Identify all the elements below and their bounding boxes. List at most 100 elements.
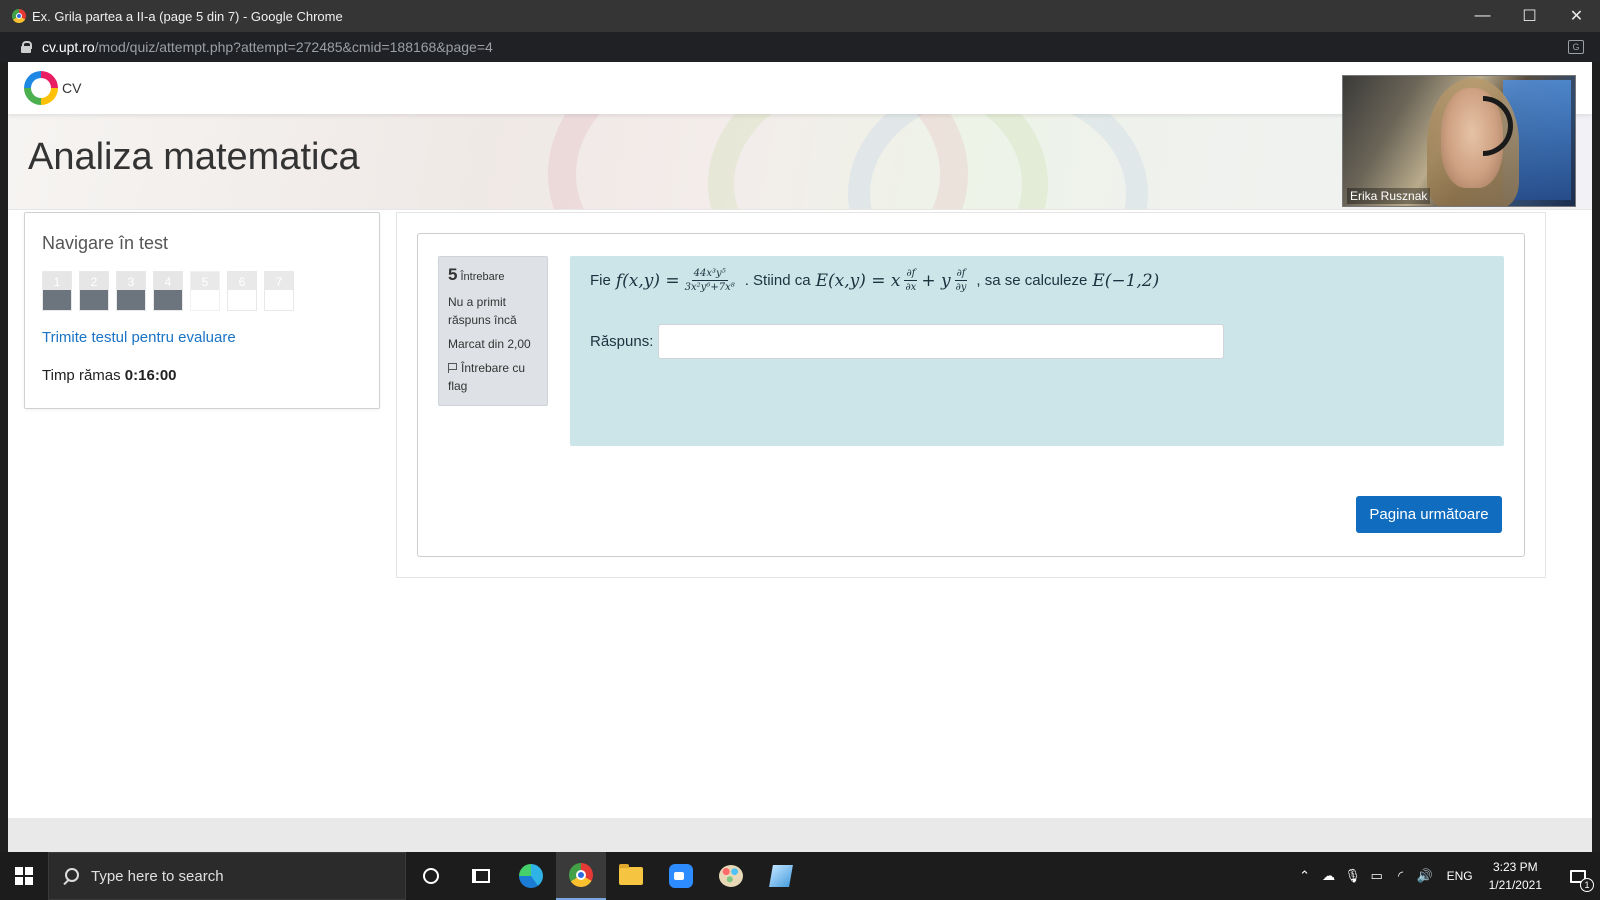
answer-input[interactable] <box>658 324 1225 359</box>
expression-lhs: E(x,y) = x <box>815 270 901 291</box>
quiz-navigation-title: Navigare în test <box>42 233 169 253</box>
partial-y-denominator: ∂y <box>955 282 967 293</box>
cortana-icon[interactable] <box>423 868 439 884</box>
quiz-nav-button-5[interactable]: 5 <box>190 271 220 311</box>
quiz-nav-status <box>154 290 182 310</box>
notification-count: 1 <box>1580 878 1594 892</box>
quiz-attempt-form: 5 Întrebare Nu a primit răspuns încă Marc… <box>417 233 1525 557</box>
page-footer <box>8 818 1592 852</box>
question-number: 5 <box>448 265 458 284</box>
quiz-nav-button-6[interactable]: 6 <box>227 271 257 311</box>
quiz-nav-status <box>80 290 108 310</box>
site-logo-text[interactable]: CV <box>62 80 81 96</box>
chrome-taskbar-button[interactable] <box>556 852 606 900</box>
lock-icon[interactable] <box>21 41 32 53</box>
chrome-favicon-icon <box>12 9 26 23</box>
question-info: 5 Întrebare Nu a primit răspuns încă Marc… <box>438 256 548 406</box>
task-view-icon[interactable] <box>472 869 490 883</box>
volume-icon[interactable]: 🔊 <box>1413 852 1437 900</box>
notes-taskbar-button[interactable] <box>756 852 806 900</box>
clock-date[interactable]: 1/21/2021 <box>1489 876 1542 894</box>
url-host[interactable]: cv.upt.ro <box>42 39 95 55</box>
chrome-icon[interactable] <box>569 863 593 887</box>
function-lhs: f(x,y) = <box>615 270 680 291</box>
flag-question-toggle[interactable]: Întrebare cu flag <box>448 359 538 395</box>
zoom-icon[interactable] <box>669 864 693 888</box>
minimize-button[interactable]: — <box>1459 0 1506 32</box>
notification-center-button[interactable]: 1 <box>1556 852 1600 900</box>
main-region: 5 Întrebare Nu a primit răspuns încă Marc… <box>396 212 1546 578</box>
video-call-thumbnail[interactable]: Erika Rusznak <box>1342 75 1576 207</box>
windows-logo-icon[interactable] <box>15 867 33 885</box>
next-page-button[interactable]: Pagina următoare <box>1356 496 1502 533</box>
answer-row: Răspuns: <box>590 324 1225 359</box>
quiz-nav-number: 4 <box>154 272 182 292</box>
microphone-icon[interactable]: 🎙 <box>1341 852 1365 900</box>
paint-taskbar-button[interactable] <box>706 852 756 900</box>
quiz-nav-number: 7 <box>265 272 293 292</box>
partial-x-denominator: ∂x <box>905 282 917 293</box>
paint-icon[interactable] <box>719 865 743 887</box>
question-text-fie: Fie <box>590 272 611 289</box>
time-remaining-label: Timp rămas <box>42 367 121 384</box>
partial-f-numerator: ∂f <box>954 268 968 281</box>
submit-attempt-link[interactable]: Trimite testul pentru evaluare <box>42 329 236 346</box>
page-title: Analiza matematica <box>28 136 360 178</box>
notes-icon[interactable] <box>769 865 793 887</box>
flag-icon[interactable] <box>448 363 457 373</box>
expression-plus-y: + y <box>921 270 951 291</box>
quiz-navigation-buttons: 1 2 3 4 5 6 7 <box>42 271 301 311</box>
quiz-nav-status <box>191 290 219 310</box>
quiz-nav-button-3[interactable]: 3 <box>116 271 146 311</box>
system-tray: ⌃ ☁ 🎙 ▭ ◜ 🔊 ENG 3:23 PM 1/21/2021 1 <box>1293 852 1600 900</box>
taskbar-clock[interactable]: 3:23 PM 1/21/2021 <box>1489 858 1542 894</box>
close-button[interactable]: ✕ <box>1553 0 1600 32</box>
quiz-nav-status <box>228 290 256 310</box>
edge-taskbar-button[interactable] <box>506 852 556 900</box>
quiz-navigation-block: Navigare în test 1 2 3 4 5 6 7 Trimite t… <box>24 212 380 409</box>
site-logo-icon[interactable] <box>24 71 58 105</box>
edge-icon[interactable] <box>519 864 543 888</box>
quiz-nav-button-2[interactable]: 2 <box>79 271 109 311</box>
start-button[interactable] <box>0 852 48 900</box>
taskbar-search[interactable]: Type here to search <box>48 852 406 900</box>
chevron-up-icon[interactable]: ⌃ <box>1293 852 1317 900</box>
quiz-nav-status <box>43 290 71 310</box>
cortana-button[interactable] <box>406 852 456 900</box>
window-controls: — ☐ ✕ <box>1459 0 1600 32</box>
language-indicator[interactable]: ENG <box>1447 869 1473 883</box>
folder-icon[interactable] <box>619 864 643 885</box>
quiz-nav-status <box>265 290 293 310</box>
clock-time[interactable]: 3:23 PM <box>1489 858 1542 876</box>
question-state: Nu a primit răspuns încă <box>448 295 517 327</box>
evaluation-point: E(−1,2) <box>1092 270 1160 291</box>
taskbar-search-placeholder[interactable]: Type here to search <box>91 868 224 885</box>
wifi-icon[interactable]: ◜ <box>1389 852 1413 900</box>
cloud-icon[interactable]: ☁ <box>1317 852 1341 900</box>
zoom-taskbar-button[interactable] <box>656 852 706 900</box>
battery-icon[interactable]: ▭ <box>1365 852 1389 900</box>
quiz-nav-button-1[interactable]: 1 <box>42 271 72 311</box>
address-bar[interactable]: cv.upt.ro /mod/quiz/attempt.php?attempt=… <box>0 32 1600 62</box>
question-content: Fie f(x,y) = 44x³y⁵ 3x²y⁶+7x⁸ . Stiind c… <box>570 256 1504 446</box>
function-definition: f(x,y) = 44x³y⁵ 3x²y⁶+7x⁸ <box>616 268 740 293</box>
quiz-nav-number: 2 <box>80 272 108 292</box>
header-decoration <box>848 114 1148 209</box>
task-view-button[interactable] <box>456 852 506 900</box>
flag-question-label[interactable]: Întrebare cu flag <box>448 361 525 393</box>
maximize-button[interactable]: ☐ <box>1506 0 1553 32</box>
file-explorer-taskbar-button[interactable] <box>606 852 656 900</box>
translate-icon[interactable]: G <box>1568 40 1584 54</box>
partial-y-fraction: ∂f ∂y <box>954 268 969 293</box>
answer-label: Răspuns: <box>590 333 654 350</box>
quiz-nav-button-7[interactable]: 7 <box>264 271 294 311</box>
url-path[interactable]: /mod/quiz/attempt.php?attempt=272485&cmi… <box>95 39 493 55</box>
function-numerator: 44x³y⁵ <box>691 268 728 281</box>
question-text-stiind: . Stiind ca <box>744 272 811 289</box>
windows-taskbar: Type here to search ⌃ ☁ 🎙 ▭ ◜ 🔊 ENG 3:23… <box>0 852 1600 900</box>
quiz-nav-status <box>117 290 145 310</box>
quiz-nav-button-4[interactable]: 4 <box>153 271 183 311</box>
question-grade: Marcat din 2,00 <box>448 337 531 351</box>
window-title: Ex. Grila partea a II-a (page 5 din 7) -… <box>32 8 343 24</box>
search-icon[interactable] <box>63 868 79 884</box>
